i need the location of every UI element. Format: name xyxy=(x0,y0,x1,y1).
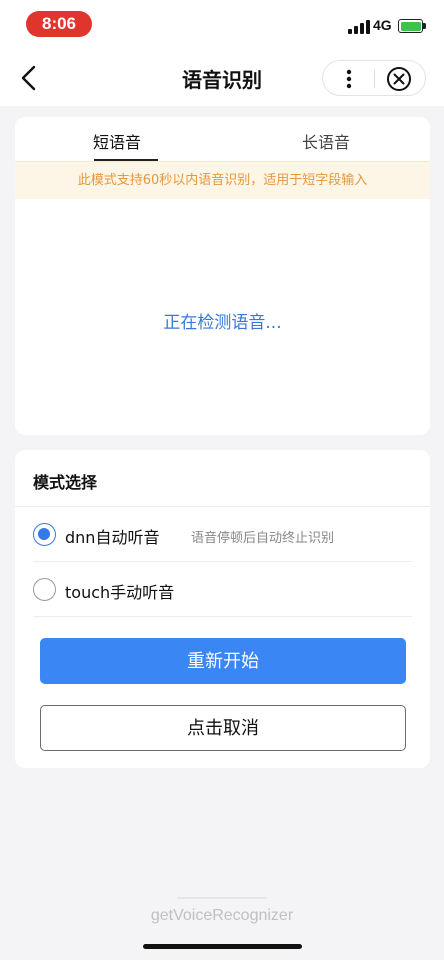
radio-option-touch[interactable]: touch手动听音 xyxy=(33,562,412,616)
battery-charging-icon xyxy=(398,19,426,33)
radio-label-dnn: dnn自动听音 xyxy=(65,528,160,547)
status-bar: 8:06 4G xyxy=(0,0,444,50)
mode-select-title: 模式选择 xyxy=(33,473,98,492)
signal-bars-icon xyxy=(348,20,370,34)
close-circle-icon[interactable] xyxy=(386,66,412,92)
network-type: 4G xyxy=(373,17,392,33)
restart-button[interactable]: 重新开始 xyxy=(40,638,406,684)
mini-program-capsule xyxy=(322,60,426,96)
tab-short-voice[interactable]: 短语音 xyxy=(93,129,141,153)
capsule-divider xyxy=(374,70,375,88)
radio-checked[interactable] xyxy=(33,523,56,546)
recognition-card: 短语音 长语音 此模式支持60秒以内语音识别，适用于短字段输入 正在检测语音..… xyxy=(15,117,430,435)
nav-bar: 语音识别 xyxy=(0,50,444,106)
api-name-label: getVoiceRecognizer xyxy=(150,907,294,924)
cancel-button[interactable]: 点击取消 xyxy=(40,705,406,751)
voice-length-tabs: 短语音 长语音 xyxy=(15,117,430,161)
more-vertical-icon[interactable] xyxy=(339,68,359,90)
status-time[interactable]: 8:06 xyxy=(26,11,92,37)
radio-label-touch: touch手动听音 xyxy=(65,583,175,602)
home-indicator[interactable] xyxy=(143,944,302,949)
divider xyxy=(33,616,412,617)
radio-option-dnn[interactable]: dnn自动听音 语音停顿后自动终止识别 xyxy=(33,507,412,561)
footer-divider xyxy=(177,897,267,899)
tab-long-voice[interactable]: 长语音 xyxy=(302,129,350,153)
radio-unchecked[interactable] xyxy=(33,578,56,601)
radio-hint-dnn: 语音停顿后自动终止识别 xyxy=(191,531,335,546)
mode-tip-banner: 此模式支持60秒以内语音识别，适用于短字段输入 xyxy=(15,161,430,199)
recognition-status: 正在检测语音... xyxy=(163,313,282,333)
mode-select-card: 模式选择 dnn自动听音 语音停顿后自动终止识别 touch手动听音 重新开始 … xyxy=(15,450,430,768)
